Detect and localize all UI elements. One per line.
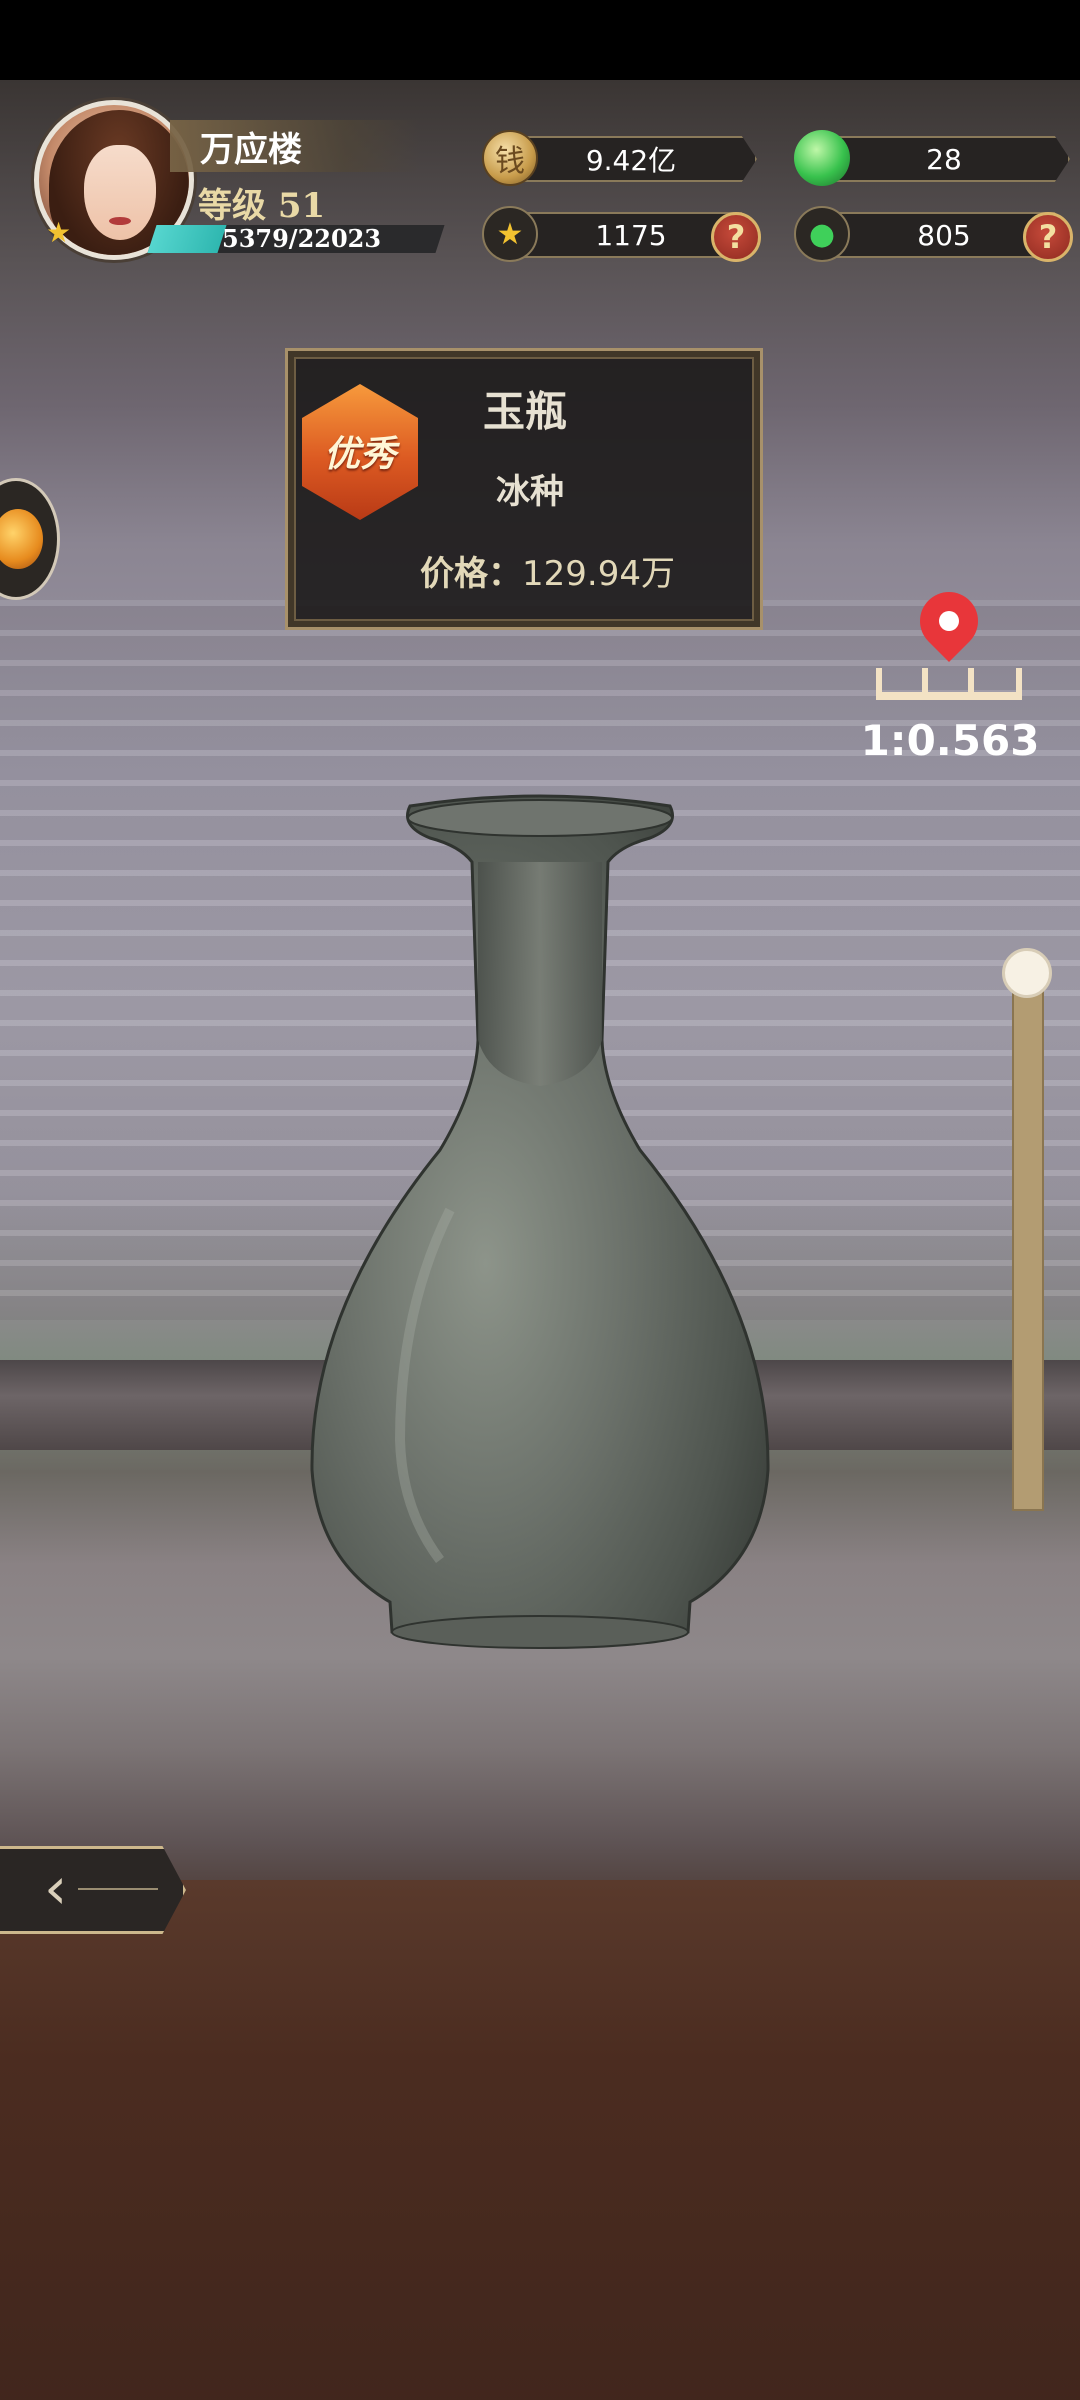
item-price: 价格：129.94万 — [420, 546, 700, 595]
map-pin-dot — [939, 611, 959, 631]
gem-icon — [794, 130, 850, 186]
exp-bar-fill — [147, 225, 227, 253]
jade-vase[interactable] — [290, 790, 790, 1680]
exp-text: 5379/22023 — [222, 224, 382, 253]
stars-help-button[interactable]: ? — [711, 212, 761, 262]
avatar-lips — [109, 217, 131, 225]
ruler-tick — [968, 668, 974, 692]
status-bar — [0, 0, 1080, 80]
player-level: 等级 51 — [198, 186, 326, 226]
gift-icon — [0, 509, 43, 569]
scale-ratio: 1:0.563 — [860, 716, 1040, 765]
vase-neck — [478, 862, 602, 1086]
gems-counter: 28 — [818, 136, 1070, 182]
zoom-slider-track[interactable] — [1012, 975, 1044, 1511]
zoom-slider-handle[interactable] — [1002, 948, 1052, 998]
coins-value: 9.42亿 — [585, 144, 677, 177]
wooden-table — [0, 1880, 1080, 2400]
item-quality: 冰种 — [496, 472, 564, 512]
price-label: 价格： — [420, 554, 522, 594]
bomb-icon: ● — [794, 206, 850, 262]
coin-icon: 钱 — [482, 130, 538, 186]
ruler-tick — [922, 668, 928, 692]
vase-foot — [391, 1615, 689, 1649]
vip-star-icon: ★ — [46, 216, 72, 249]
item-name: 玉瓶 — [482, 387, 567, 436]
vase-rim — [407, 799, 673, 837]
star-icon: ★ — [482, 206, 538, 262]
gems-value: 28 — [926, 142, 962, 176]
player-name: 万应楼 — [200, 130, 302, 170]
stamina-help-button[interactable]: ? — [1023, 212, 1073, 262]
price-value: 129.94万 — [522, 554, 675, 594]
rank-text: 优秀 — [323, 433, 396, 475]
coins-counter: 9.42亿 — [505, 136, 757, 182]
stamina-value: 805 — [917, 218, 971, 252]
ruler-icon — [876, 668, 1022, 700]
stars-value: 1175 — [595, 218, 667, 252]
avatar-face — [84, 145, 156, 240]
back-arrow-icon: ‹ — [44, 1854, 68, 1922]
